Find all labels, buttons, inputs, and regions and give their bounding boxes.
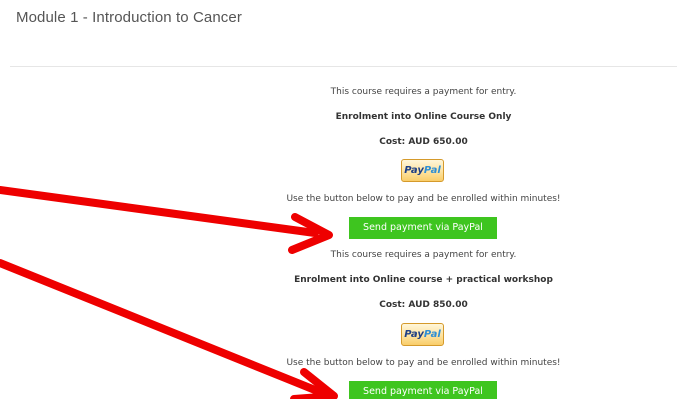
annotation-arrows (0, 186, 338, 399)
red-arrow-icon (0, 186, 333, 254)
red-arrow-icon (0, 259, 338, 399)
